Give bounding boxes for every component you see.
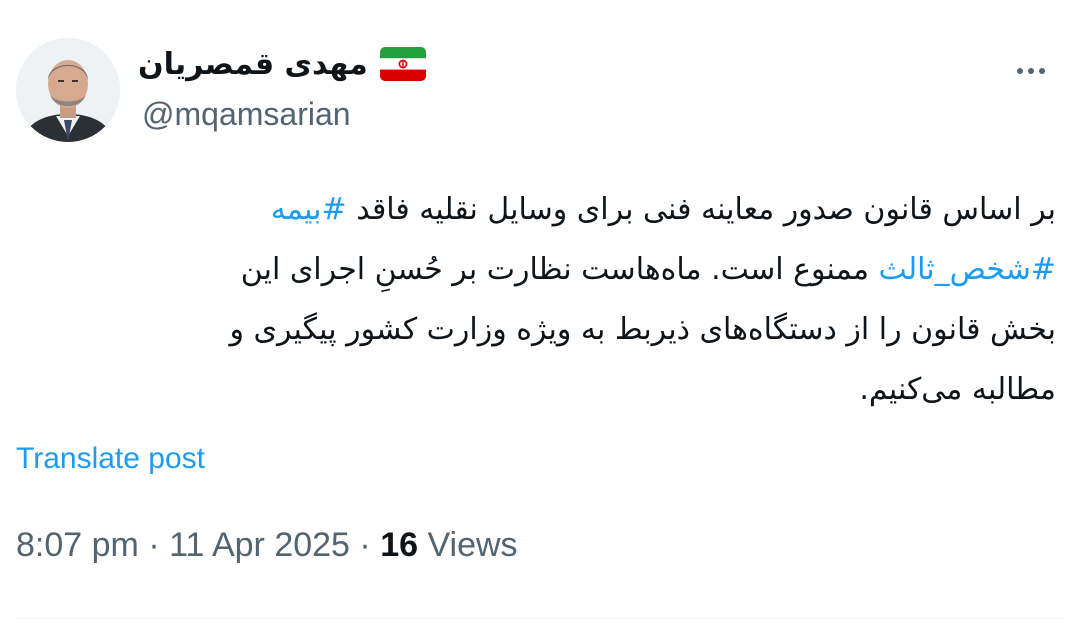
post-date[interactable]: 11 Apr 2025 [169,526,350,564]
tweet-card: مهدی قمصریان @mqamsarian بر اساس قانون ص… [0,0,1080,633]
iran-flag-icon [379,47,426,81]
hashtag-link[interactable]: #شخص_ثالث [879,252,1056,287]
post-line: مطالبه می‌کنیم. [859,372,1056,407]
post-time[interactable]: 8:07 pm [16,526,139,564]
post-meta: 8:07 pm · 11 Apr 2025 · 16 Views [16,526,518,565]
avatar-image [16,38,120,142]
views-label: Views [427,526,518,564]
author-display-name[interactable]: مهدی قمصریان [138,47,368,82]
more-options-icon[interactable] [1004,56,1058,86]
post-line: #شخص_ثالث ممنوع است. ماه‌هاست نظارت بر ح… [16,240,1056,300]
post-text: بر اساس قانون صدور معاینه فنی برای وسایل… [16,180,1056,420]
meta-separator: · [359,526,371,564]
more-dot [1039,68,1045,74]
post-text-segment: ممنوع است. ماه‌هاست نظارت بر حُسنِ اجرای… [240,252,879,287]
meta-separator: · [148,526,160,564]
post-line: بخش قانون را از دستگاه‌های ذیربط به ویژه… [229,312,1056,347]
author-handle[interactable]: @mqamsarian [142,96,351,133]
post-line: بر اساس قانون صدور معاینه فنی برای وسایل… [16,180,1056,240]
hashtag-link[interactable]: #بیمه [271,192,347,227]
views-count: 16 [380,526,419,564]
more-dot [1028,68,1034,74]
translate-post-link[interactable]: Translate post [16,442,205,476]
more-dot [1017,68,1023,74]
author-name-row[interactable]: مهدی قمصریان [138,42,426,86]
avatar[interactable] [16,38,120,142]
divider [16,618,1064,619]
post-text-segment: بر اساس قانون صدور معاینه فنی برای وسایل… [346,192,1056,227]
